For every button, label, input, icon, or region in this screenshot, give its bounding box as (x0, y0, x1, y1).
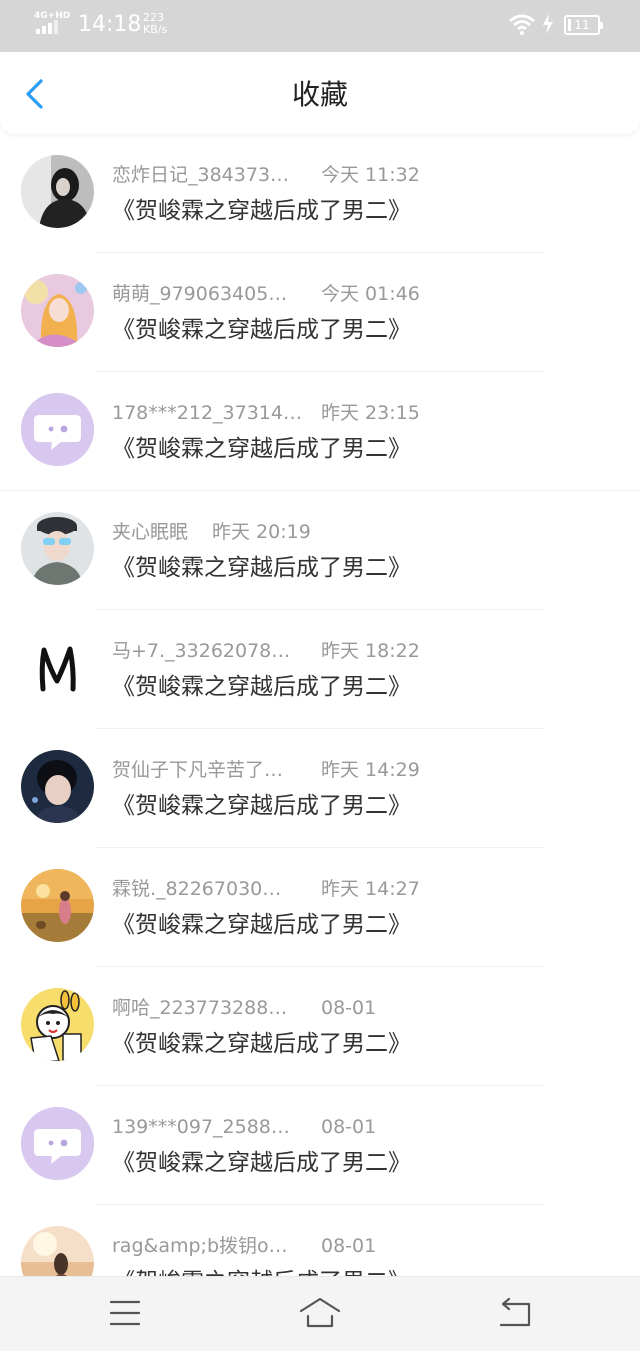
chat-bubble-icon (21, 393, 94, 466)
timestamp: 08-01 (321, 1235, 377, 1257)
clock: 14:18 (78, 12, 142, 37)
navigation-bar (0, 1276, 640, 1351)
novel-title: 《贺峻霖之穿越后成了男二》 (112, 555, 411, 581)
status-bar: 4G+HD 14:18 223 KB/s 11 (0, 0, 640, 52)
timestamp: 今天 01:46 (321, 283, 420, 305)
list-item[interactable]: 马+7._33262078… 昨天 18:22 《贺峻霖之穿越后成了男二》 (0, 610, 640, 729)
user-name: rag&amp;b拨钥o… (112, 1235, 288, 1257)
list-item[interactable]: 139***097_2588… 08-01 《贺峻霖之穿越后成了男二》 (0, 1086, 640, 1205)
avatar[interactable] (21, 750, 94, 823)
menu-icon (109, 1300, 141, 1326)
avatar[interactable] (21, 631, 94, 704)
novel-title: 《贺峻霖之穿越后成了男二》 (112, 1031, 411, 1057)
letter-m-icon (21, 631, 94, 704)
avatar-photo (21, 155, 94, 228)
list-item[interactable]: 啊哈_223773288… 08-01 《贺峻霖之穿越后成了男二》 (0, 967, 640, 1086)
return-button[interactable] (493, 1293, 537, 1333)
novel-title: 《贺峻霖之穿越后成了男二》 (112, 436, 411, 462)
novel-title: 《贺峻霖之穿越后成了男二》 (112, 793, 411, 819)
battery-level: 11 (574, 18, 590, 32)
timestamp: 08-01 (321, 997, 377, 1019)
avatar[interactable] (21, 274, 94, 347)
charging-icon (543, 14, 553, 34)
user-name: 萌萌_979063405… (112, 283, 288, 305)
menu-button[interactable] (103, 1293, 147, 1333)
novel-title: 《贺峻霖之穿越后成了男二》 (112, 674, 411, 700)
header: 收藏 (0, 52, 640, 134)
avatar-cartoon (21, 988, 94, 1061)
novel-title: 《贺峻霖之穿越后成了男二》 (112, 317, 411, 343)
return-icon (499, 1297, 531, 1327)
timestamp: 昨天 14:27 (321, 878, 420, 900)
timestamp: 昨天 14:29 (321, 759, 420, 781)
avatar[interactable] (21, 869, 94, 942)
novel-title: 《贺峻霖之穿越后成了男二》 (112, 1150, 411, 1176)
wifi-icon (509, 14, 535, 35)
timestamp: 昨天 20:19 (212, 521, 311, 543)
avatar[interactable] (21, 512, 94, 585)
user-name: 139***097_2588… (112, 1116, 290, 1138)
speed-unit: KB/s (143, 23, 168, 36)
timestamp: 昨天 18:22 (321, 640, 420, 662)
avatar-photo (21, 512, 94, 585)
list-item[interactable]: 萌萌_979063405… 今天 01:46 《贺峻霖之穿越后成了男二》 (0, 253, 640, 372)
network-speed: 223 KB/s (143, 12, 173, 36)
user-name: 马+7._33262078… (112, 640, 291, 662)
list-item[interactable]: 贺仙子下凡辛苦了… 昨天 14:29 《贺峻霖之穿越后成了男二》 (0, 729, 640, 848)
avatar[interactable] (21, 155, 94, 228)
home-button[interactable] (298, 1293, 342, 1333)
user-name: 霖锐._82267030… (112, 878, 282, 900)
battery-icon: 11 (564, 15, 603, 35)
user-name: 夹心眠眠 (112, 521, 189, 543)
user-name: 恋炸日记_384373… (112, 164, 290, 186)
novel-title: 《贺峻霖之穿越后成了男二》 (112, 912, 411, 938)
list-item[interactable]: 恋炸日记_384373… 今天 11:32 《贺峻霖之穿越后成了男二》 (0, 134, 640, 253)
list-item[interactable]: 夹心眠眠 昨天 20:19 《贺峻霖之穿越后成了男二》 (0, 491, 640, 610)
avatar[interactable] (21, 988, 94, 1061)
avatar-photo (21, 274, 94, 347)
timestamp: 今天 11:32 (321, 164, 420, 186)
chat-bubble-icon (21, 1107, 94, 1180)
cellular-signal-icon: 4G+HD (34, 11, 70, 35)
timestamp: 昨天 23:15 (321, 402, 420, 424)
network-type: 4G+HD (34, 11, 71, 21)
user-name: 贺仙子下凡辛苦了… (112, 759, 284, 781)
user-name: 啊哈_223773288… (112, 997, 288, 1019)
list-item[interactable]: 178***212_37314… 昨天 23:15 《贺峻霖之穿越后成了男二》 (0, 372, 640, 491)
list-item[interactable]: 霖锐._82267030… 昨天 14:27 《贺峻霖之穿越后成了男二》 (0, 848, 640, 967)
avatar-photo (21, 750, 94, 823)
user-name: 178***212_37314… (112, 402, 302, 424)
avatar[interactable] (21, 1107, 94, 1180)
page-title: 收藏 (291, 78, 348, 111)
avatar-photo (21, 869, 94, 942)
novel-title: 《贺峻霖之穿越后成了男二》 (112, 198, 411, 224)
avatar[interactable] (21, 393, 94, 466)
timestamp: 08-01 (321, 1116, 377, 1138)
home-icon (299, 1297, 341, 1328)
